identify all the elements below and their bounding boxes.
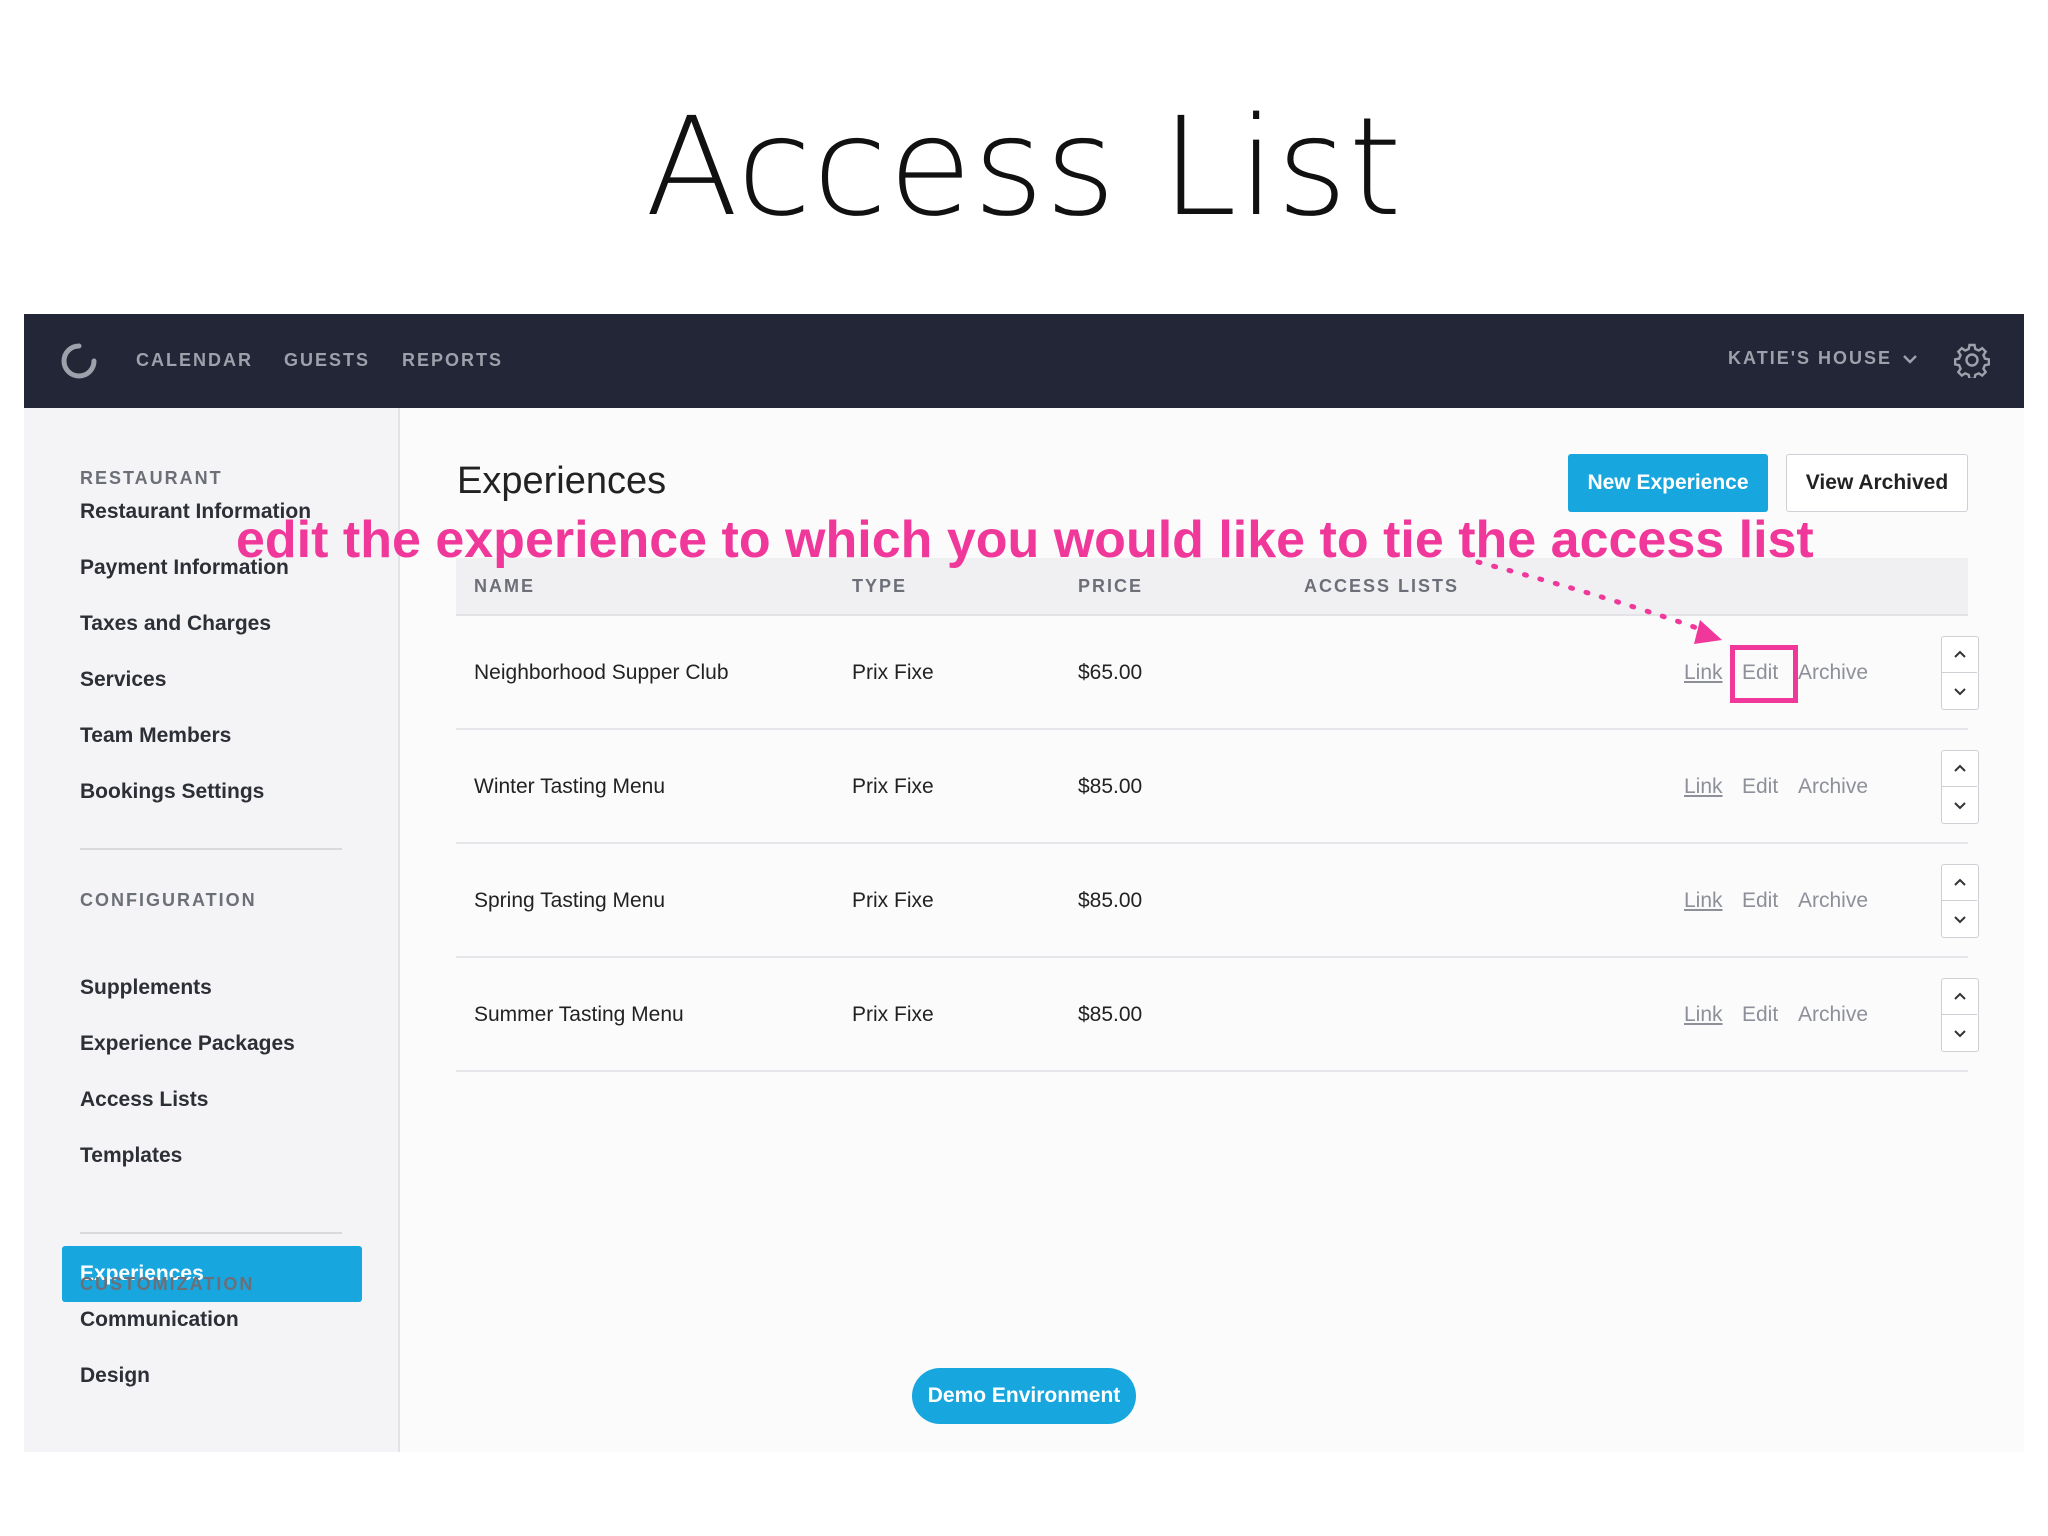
reorder-control [1941, 750, 1979, 824]
chevron-up-icon [1953, 992, 1966, 1000]
experience-price: $85.00 [1078, 1003, 1143, 1026]
experience-price: $85.00 [1078, 889, 1143, 912]
move-down-button[interactable] [1942, 1015, 1977, 1051]
reorder-control [1941, 636, 1979, 710]
reorder-control [1941, 978, 1979, 1052]
edit-action[interactable]: Edit [1742, 1003, 1778, 1027]
restaurant-selector-label: KATIE'S HOUSE [1728, 348, 1892, 368]
table-row: Winter Tasting Menu Prix Fixe $85.00 Lin… [456, 730, 1979, 844]
sidebar-section-restaurant: RESTAURANT [80, 468, 223, 488]
chevron-up-icon [1953, 764, 1966, 772]
nav-guests[interactable]: GUESTS [284, 350, 370, 371]
edit-action[interactable]: Edit [1742, 775, 1778, 799]
sidebar-section-customization: CUSTOMIZATION [80, 1274, 255, 1294]
move-up-button[interactable] [1942, 751, 1977, 787]
experience-name: Neighborhood Supper Club [474, 661, 729, 684]
column-header-access-lists: ACCESS LISTS [1304, 576, 1460, 596]
sidebar-item-bookings-settings[interactable]: Bookings Settings [80, 780, 264, 804]
chevron-down-icon [1953, 801, 1966, 809]
app-window: CALENDAR GUESTS REPORTS KATIE'S HOUSE RE… [24, 314, 2024, 1452]
sidebar-item-communication[interactable]: Communication [80, 1308, 239, 1332]
chevron-down-icon [1953, 687, 1966, 695]
sidebar-divider [80, 848, 342, 850]
table-row: Summer Tasting Menu Prix Fixe $85.00 Lin… [456, 958, 1979, 1072]
column-header-type: TYPE [852, 576, 908, 596]
chevron-down-icon [1953, 915, 1966, 923]
top-navigation-bar: CALENDAR GUESTS REPORTS KATIE'S HOUSE [24, 314, 2024, 408]
experience-name: Winter Tasting Menu [474, 775, 666, 798]
sidebar-item-supplements[interactable]: Supplements [80, 976, 212, 1000]
chevron-up-icon [1953, 878, 1966, 886]
experience-type: Prix Fixe [852, 661, 934, 684]
archive-action[interactable]: Archive [1798, 1003, 1868, 1027]
move-down-button[interactable] [1942, 787, 1977, 823]
chevron-up-icon [1953, 650, 1966, 658]
experience-type: Prix Fixe [852, 889, 934, 912]
experience-price: $85.00 [1078, 775, 1143, 798]
nav-calendar[interactable]: CALENDAR [136, 350, 253, 371]
edit-highlight-box [1730, 645, 1798, 703]
link-action[interactable]: Link [1684, 1003, 1723, 1027]
sidebar-section-configuration: CONFIGURATION [80, 890, 257, 910]
column-header-price: PRICE [1078, 576, 1144, 596]
slide-title: Access List [645, 89, 1403, 247]
gear-icon[interactable] [1954, 342, 1990, 378]
circle-logo-icon[interactable] [60, 342, 98, 380]
edit-action[interactable]: Edit [1742, 889, 1778, 913]
experience-type: Prix Fixe [852, 1003, 934, 1026]
link-action[interactable]: Link [1684, 889, 1723, 913]
sidebar-item-access-lists[interactable]: Access Lists [80, 1088, 208, 1112]
experiences-table: NAME TYPE PRICE ACCESS LISTS Neighborhoo… [456, 558, 1979, 1072]
chevron-down-icon [1903, 354, 1917, 364]
experience-price: $65.00 [1078, 661, 1143, 684]
demo-environment-badge[interactable]: Demo Environment [912, 1368, 1136, 1424]
new-experience-button[interactable]: New Experience [1568, 454, 1768, 512]
move-down-button[interactable] [1942, 901, 1977, 937]
experience-name: Summer Tasting Menu [474, 1003, 684, 1026]
archive-action[interactable]: Archive [1798, 775, 1868, 799]
experience-type: Prix Fixe [852, 775, 934, 798]
reorder-control [1941, 864, 1979, 938]
experience-name: Spring Tasting Menu [474, 889, 666, 912]
sidebar-divider [80, 1232, 342, 1234]
sidebar-item-services[interactable]: Services [80, 668, 166, 692]
sidebar-item-experience-packages[interactable]: Experience Packages [80, 1032, 295, 1056]
archive-action[interactable]: Archive [1798, 889, 1868, 913]
page-title: Experiences [457, 460, 667, 502]
archive-action[interactable]: Archive [1798, 661, 1868, 685]
sidebar-item-templates[interactable]: Templates [80, 1144, 182, 1168]
sidebar-item-taxes-and-charges[interactable]: Taxes and Charges [80, 612, 271, 636]
chevron-down-icon [1953, 1029, 1966, 1037]
move-down-button[interactable] [1942, 673, 1977, 709]
sidebar-item-team-members[interactable]: Team Members [80, 724, 231, 748]
restaurant-selector[interactable]: KATIE'S HOUSE [1728, 348, 1918, 369]
link-action[interactable]: Link [1684, 775, 1723, 799]
link-action[interactable]: Link [1684, 661, 1723, 685]
nav-reports[interactable]: REPORTS [402, 350, 503, 371]
view-archived-button[interactable]: View Archived [1786, 454, 1968, 512]
column-header-name: NAME [474, 576, 535, 596]
move-up-button[interactable] [1942, 637, 1977, 673]
sidebar-item-design[interactable]: Design [80, 1364, 150, 1388]
move-up-button[interactable] [1942, 979, 1977, 1015]
move-up-button[interactable] [1942, 865, 1977, 901]
table-row: Spring Tasting Menu Prix Fixe $85.00 Lin… [456, 844, 1979, 958]
annotation-text: edit the experience to which you would l… [236, 511, 1814, 569]
